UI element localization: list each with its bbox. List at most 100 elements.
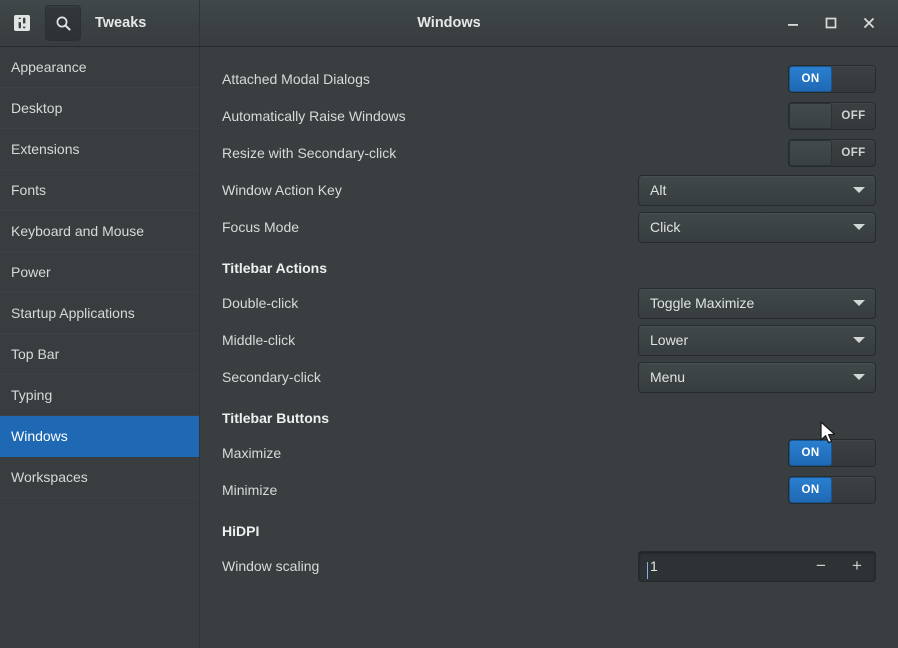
- dropdown-value: Menu: [650, 369, 847, 385]
- sidebar-item-typing[interactable]: Typing: [0, 375, 199, 416]
- control-slot: Click: [638, 212, 876, 243]
- search-button[interactable]: [45, 5, 81, 41]
- control-slot: 1−+: [638, 551, 876, 582]
- window-controls: [776, 6, 898, 40]
- setting-label: Window Action Key: [222, 182, 638, 198]
- toggle-switch-attached-modal-dialogs[interactable]: ON: [788, 65, 876, 93]
- sidebar-item-windows[interactable]: Windows: [0, 416, 199, 457]
- app-name: Tweaks: [95, 15, 146, 31]
- setting-label: Automatically Raise Windows: [222, 108, 638, 124]
- chevron-down-icon: [853, 224, 865, 230]
- dropdown-secondary-click[interactable]: Menu: [638, 362, 876, 393]
- sidebar-item-label: Fonts: [11, 182, 46, 198]
- dropdown-double-click[interactable]: Toggle Maximize: [638, 288, 876, 319]
- toggle-state-label: ON: [789, 66, 832, 92]
- toggle-switch-resize-with-secondary-click[interactable]: OFF: [788, 139, 876, 167]
- settings-list: Attached Modal DialogsON Automatically Ra…: [200, 47, 898, 582]
- close-button[interactable]: [852, 6, 886, 40]
- dropdown-window-action-key[interactable]: Alt: [638, 175, 876, 206]
- search-icon: [55, 15, 72, 32]
- sidebar-item-label: Top Bar: [11, 346, 59, 362]
- chevron-down-icon: [853, 300, 865, 306]
- sidebar-item-startup-applications[interactable]: Startup Applications: [0, 293, 199, 334]
- control-slot: Lower: [638, 325, 876, 356]
- dropdown-value: Lower: [650, 332, 847, 348]
- toggle-state-label: OFF: [832, 140, 875, 166]
- toggle-switch-minimize[interactable]: ON: [788, 476, 876, 504]
- setting-label: Double-click: [222, 295, 638, 311]
- control-slot: Alt: [638, 175, 876, 206]
- sidebar-item-label: Power: [11, 264, 51, 280]
- tweaks-window: Tweaks Windows Appearance: [0, 0, 898, 648]
- toggle-switch-automatically-raise-windows[interactable]: OFF: [788, 102, 876, 130]
- maximize-icon: [824, 16, 838, 30]
- setting-row-titlebar-buttons: Titlebar Buttons: [200, 399, 898, 437]
- content-area: Attached Modal DialogsON Automatically Ra…: [200, 47, 898, 648]
- setting-label: Middle-click: [222, 332, 638, 348]
- sidebar-item-power[interactable]: Power: [0, 252, 199, 293]
- sidebar-item-label: Appearance: [11, 59, 87, 75]
- setting-label: Minimize: [222, 482, 638, 498]
- control-slot: ON: [638, 476, 876, 504]
- setting-row-resize-with-secondary-click: Resize with Secondary-click OFF: [200, 137, 898, 169]
- chevron-down-icon: [853, 374, 865, 380]
- sidebar: Appearance Desktop Extensions Fonts Keyboard…: [0, 47, 200, 648]
- control-slot: OFF: [638, 139, 876, 167]
- setting-row-double-click: Double-click Toggle Maximize: [200, 287, 898, 319]
- sidebar-item-label: Extensions: [11, 141, 79, 157]
- sidebar-item-label: Desktop: [11, 100, 62, 116]
- toggle-state-label: OFF: [832, 103, 875, 129]
- section-heading: Titlebar Actions: [222, 260, 876, 276]
- dropdown-middle-click[interactable]: Lower: [638, 325, 876, 356]
- dropdown-value: Toggle Maximize: [650, 295, 847, 311]
- sliders-icon: [10, 11, 34, 35]
- window-body: Appearance Desktop Extensions Fonts Keyboard…: [0, 47, 898, 648]
- setting-label: Window scaling: [222, 558, 638, 574]
- sidebar-item-workspaces[interactable]: Workspaces: [0, 457, 199, 498]
- setting-row-secondary-click: Secondary-click Menu: [200, 361, 898, 393]
- setting-row-titlebar-actions: Titlebar Actions: [200, 249, 898, 287]
- spinner-window-scaling[interactable]: 1−+: [638, 551, 876, 582]
- sidebar-item-label: Windows: [11, 428, 68, 444]
- setting-row-window-scaling: Window scaling1−+: [200, 550, 898, 582]
- chevron-down-icon: [853, 337, 865, 343]
- spinner-value-input[interactable]: 1: [639, 558, 803, 574]
- control-slot: Menu: [638, 362, 876, 393]
- sidebar-item-label: Typing: [11, 387, 52, 403]
- setting-row-attached-modal-dialogs: Attached Modal DialogsON: [200, 63, 898, 95]
- toggle-knob: [789, 140, 832, 166]
- sidebar-item-keyboard-and-mouse[interactable]: Keyboard and Mouse: [0, 211, 199, 252]
- maximize-button[interactable]: [814, 6, 848, 40]
- sidebar-item-fonts[interactable]: Fonts: [0, 170, 199, 211]
- setting-row-hidpi: HiDPI: [200, 512, 898, 550]
- sidebar-item-desktop[interactable]: Desktop: [0, 88, 199, 129]
- setting-row-window-action-key: Window Action Key Alt: [200, 174, 898, 206]
- setting-label: Secondary-click: [222, 369, 638, 385]
- sidebar-item-appearance[interactable]: Appearance: [0, 47, 199, 88]
- sidebar-item-top-bar[interactable]: Top Bar: [0, 334, 199, 375]
- minimize-button[interactable]: [776, 6, 810, 40]
- close-icon: [862, 16, 876, 30]
- header-left-section: Tweaks: [0, 0, 200, 46]
- setting-label: Focus Mode: [222, 219, 638, 235]
- chevron-down-icon: [853, 187, 865, 193]
- minus-icon[interactable]: −: [803, 552, 839, 581]
- sidebar-item-label: Startup Applications: [11, 305, 135, 321]
- plus-icon[interactable]: +: [839, 552, 875, 581]
- section-heading: Titlebar Buttons: [222, 410, 876, 426]
- control-slot: OFF: [638, 102, 876, 130]
- minimize-icon: [786, 16, 800, 30]
- dropdown-value: Alt: [650, 182, 847, 198]
- setting-row-automatically-raise-windows: Automatically Raise Windows OFF: [200, 100, 898, 132]
- toggle-switch-maximize[interactable]: ON: [788, 439, 876, 467]
- dropdown-focus-mode[interactable]: Click: [638, 212, 876, 243]
- toggle-state-label: ON: [789, 477, 832, 503]
- setting-label: Resize with Secondary-click: [222, 145, 638, 161]
- sidebar-item-label: Keyboard and Mouse: [11, 223, 144, 239]
- setting-row-middle-click: Middle-click Lower: [200, 324, 898, 356]
- setting-row-maximize: MaximizeON: [200, 437, 898, 469]
- setting-row-focus-mode: Focus ModeClick: [200, 211, 898, 243]
- control-slot: ON: [638, 439, 876, 467]
- sidebar-item-extensions[interactable]: Extensions: [0, 129, 199, 170]
- toggle-knob: [789, 103, 832, 129]
